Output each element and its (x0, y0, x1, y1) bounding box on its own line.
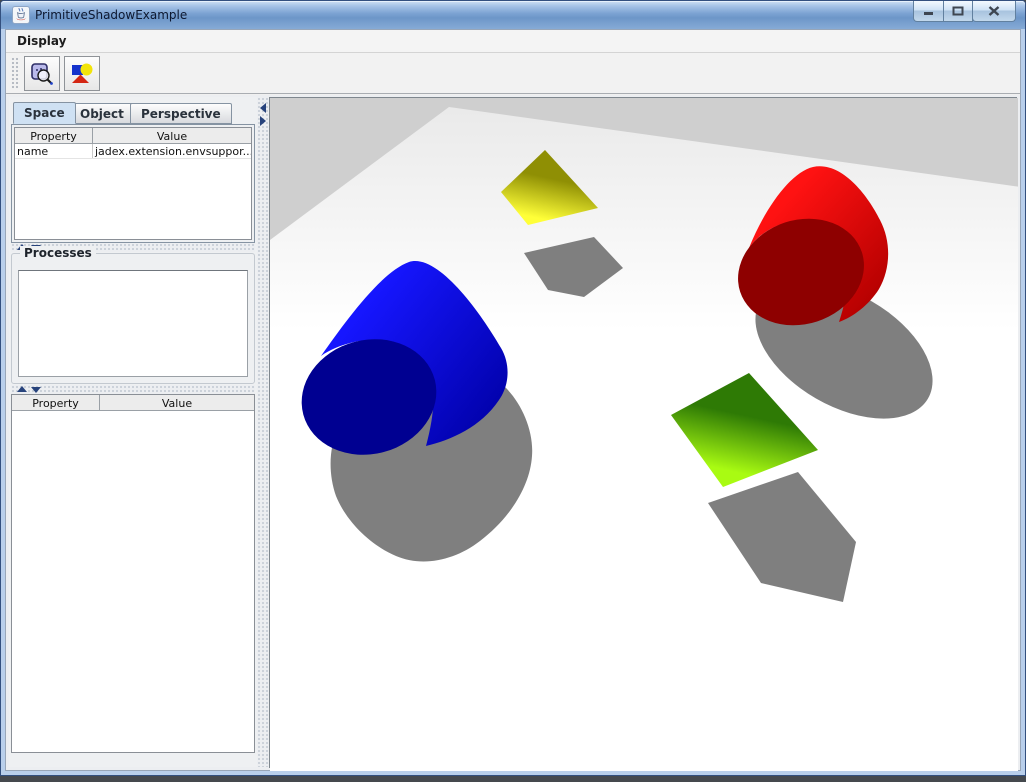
window-controls (914, 1, 1016, 22)
java-icon (12, 6, 30, 24)
table-header: Property Value (15, 128, 251, 144)
space-property-table: Property Value name jadex.extension.envs… (14, 127, 252, 240)
window-title: PrimitiveShadowExample (35, 8, 187, 22)
magnifier-display-icon (29, 61, 55, 87)
title-bar[interactable]: PrimitiveShadowExample (1, 1, 1025, 29)
horizontal-splitter-bottom[interactable] (11, 385, 255, 394)
maximize-icon (952, 6, 964, 16)
space-tab-panel: Property Value name jadex.extension.envs… (11, 124, 255, 243)
menu-display[interactable]: Display (6, 30, 77, 52)
column-header-property[interactable]: Property (15, 128, 93, 143)
table-row[interactable]: name jadex.extension.envsuppor... (15, 144, 251, 159)
column-header-property[interactable]: Property (12, 395, 100, 410)
shapes-icon (69, 61, 95, 87)
close-icon (988, 6, 1000, 16)
3d-viewport[interactable] (269, 97, 1017, 768)
minimize-button[interactable] (913, 1, 944, 22)
value-cell: jadex.extension.envsuppor... (93, 144, 251, 158)
main-content: Space Object Perspective Property Value … (6, 95, 1020, 770)
collapse-right-icon[interactable] (260, 116, 266, 126)
close-button[interactable] (972, 1, 1016, 22)
tab-perspective[interactable]: Perspective (130, 103, 232, 124)
processes-title: Processes (20, 246, 96, 260)
shapes-button[interactable] (64, 56, 100, 91)
collapse-down-icon[interactable] (31, 387, 41, 393)
toolbar-drag-handle[interactable] (11, 57, 20, 89)
collapse-left-icon[interactable] (260, 103, 266, 113)
tab-space[interactable]: Space (13, 102, 76, 124)
vertical-splitter[interactable] (257, 97, 269, 767)
column-header-value[interactable]: Value (100, 395, 254, 410)
window-client-area: Display (5, 29, 1021, 771)
menu-bar: Display (6, 30, 1020, 53)
maximize-button[interactable] (943, 1, 973, 22)
magnifier-display-button[interactable] (24, 56, 60, 91)
application-window: PrimitiveShadowExample Display (0, 0, 1026, 776)
processes-list[interactable] (18, 270, 248, 377)
tab-object[interactable]: Object (69, 103, 135, 124)
collapse-up-icon[interactable] (17, 386, 27, 392)
sidebar: Space Object Perspective Property Value … (9, 97, 257, 767)
table-header: Property Value (12, 395, 254, 411)
toolbar (6, 53, 1020, 94)
processes-panel: Processes (11, 253, 255, 384)
minimize-icon (923, 7, 935, 16)
object-property-table: Property Value (11, 394, 255, 753)
column-header-value[interactable]: Value (93, 128, 251, 143)
property-cell: name (15, 144, 93, 158)
